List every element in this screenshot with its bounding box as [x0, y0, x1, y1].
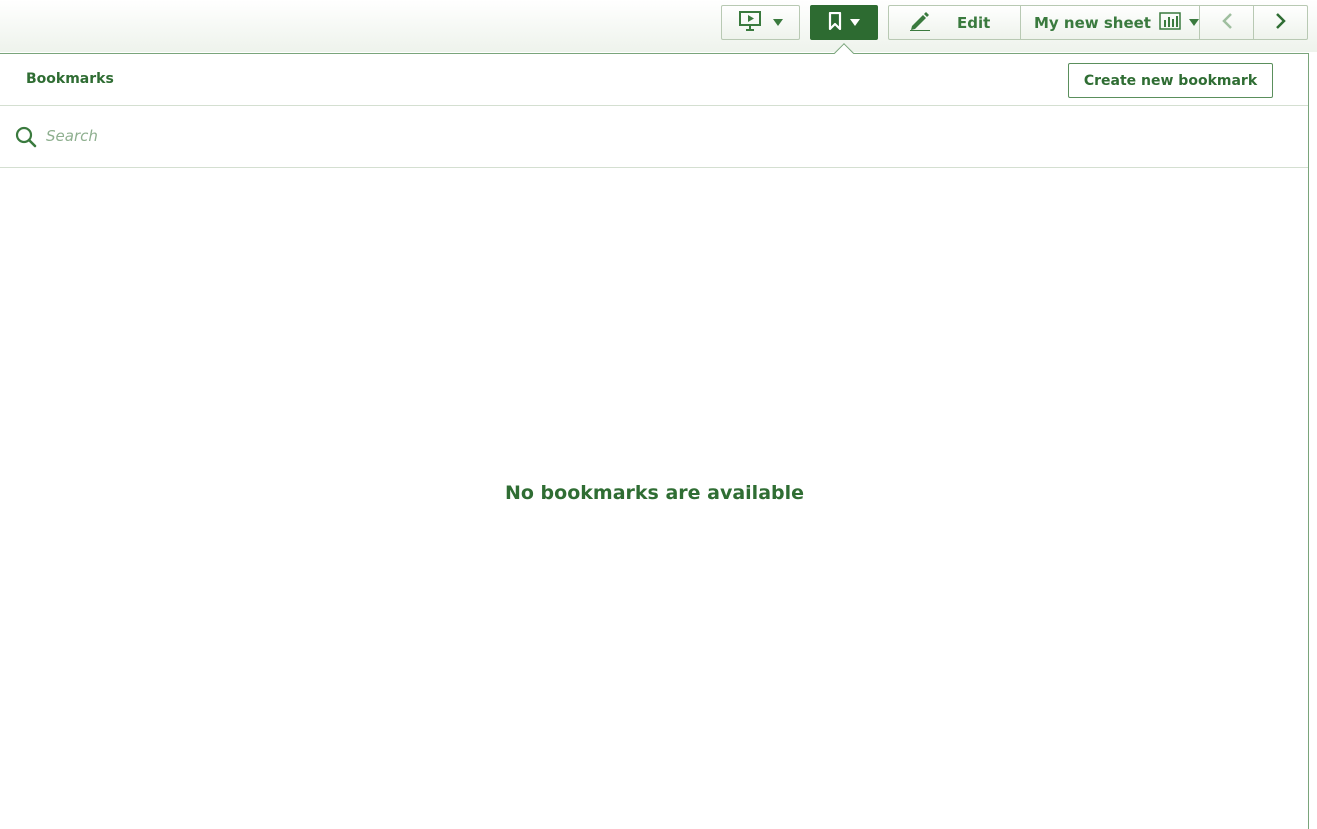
- search-input[interactable]: [46, 123, 1246, 149]
- chevron-down-icon: [850, 19, 860, 26]
- bookmarks-panel: Bookmarks Create new bookmark No bookmar…: [0, 53, 1309, 829]
- panel-title: Bookmarks: [26, 71, 114, 87]
- sheet-selector[interactable]: My new sheet: [1020, 5, 1200, 40]
- chevron-right-icon: [1275, 12, 1287, 34]
- top-toolbar: Edit My new sheet: [0, 0, 1317, 52]
- search-bar: [0, 106, 1308, 168]
- presentation-play-icon: [738, 10, 761, 35]
- previous-sheet-button[interactable]: [1199, 5, 1254, 40]
- create-bookmark-button[interactable]: Create new bookmark: [1068, 63, 1273, 98]
- chevron-down-icon: [1188, 19, 1199, 26]
- bar-chart-icon: [1159, 11, 1181, 34]
- bookmarks-panel-header: Bookmarks Create new bookmark: [0, 54, 1308, 106]
- edit-label: Edit: [957, 13, 991, 32]
- edit-button[interactable]: Edit: [888, 5, 1021, 40]
- bookmarks-button[interactable]: [810, 5, 878, 40]
- bookmark-icon: [828, 11, 842, 34]
- sheet-name: My new sheet: [1034, 13, 1151, 32]
- empty-state-message: No bookmarks are available: [504, 482, 805, 504]
- next-sheet-button[interactable]: [1253, 5, 1308, 40]
- chevron-down-icon: [772, 19, 783, 26]
- search-icon: [15, 126, 37, 152]
- pencil-icon: [909, 11, 931, 35]
- present-button[interactable]: [721, 5, 800, 40]
- chevron-left-icon: [1221, 12, 1233, 34]
